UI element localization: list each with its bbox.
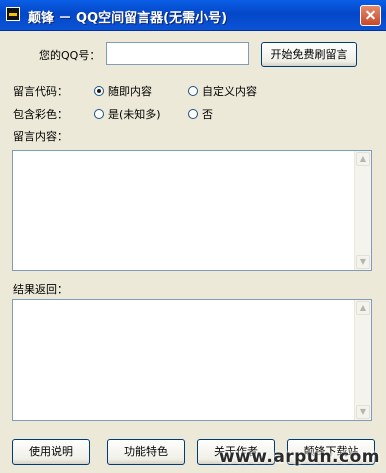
- radio-random-label: 随即内容: [108, 85, 152, 98]
- radio-icon: [94, 86, 104, 96]
- code-label: 留言代码：: [13, 85, 68, 98]
- radio-custom-content[interactable]: 自定义内容: [188, 83, 257, 99]
- radio-random-content[interactable]: 随即内容: [94, 83, 152, 99]
- content-textarea[interactable]: ▲ ▼: [12, 150, 372, 271]
- main-window: 颠锋 － QQ空间留言器(无需小号) 您的QQ号： 开始免费刷留言 留言代码： …: [0, 0, 386, 473]
- radio-yes-label: 是(未知多): [108, 108, 161, 121]
- radio-icon: [188, 86, 198, 96]
- help-button[interactable]: 使用说明: [12, 439, 90, 465]
- content-label: 留言内容：: [13, 130, 68, 143]
- radio-color-no[interactable]: 否: [188, 106, 213, 122]
- watermark: www.arpun.com: [218, 447, 380, 467]
- features-button[interactable]: 功能特色: [107, 439, 185, 465]
- result-scrollbar[interactable]: ▲ ▼: [354, 300, 371, 420]
- scroll-up-arrow-icon[interactable]: ▲: [356, 152, 370, 166]
- result-textarea[interactable]: ▲ ▼: [12, 299, 372, 421]
- radio-color-yes[interactable]: 是(未知多): [94, 106, 161, 122]
- start-button[interactable]: 开始免费刷留言: [261, 42, 357, 67]
- title-bar[interactable]: 颠锋 － QQ空间留言器(无需小号): [0, 0, 386, 31]
- scroll-down-arrow-icon[interactable]: ▼: [356, 255, 370, 269]
- scroll-down-arrow-icon[interactable]: ▼: [356, 405, 370, 419]
- radio-icon: [94, 109, 104, 119]
- radio-no-label: 否: [202, 108, 213, 121]
- radio-icon: [188, 109, 198, 119]
- close-icon[interactable]: [360, 5, 381, 26]
- scroll-up-arrow-icon[interactable]: ▲: [356, 301, 370, 315]
- radio-custom-label: 自定义内容: [202, 85, 257, 98]
- result-label: 结果返回：: [13, 283, 68, 296]
- app-icon: [6, 7, 20, 21]
- color-label: 包含彩色：: [13, 108, 68, 121]
- content-scrollbar[interactable]: ▲ ▼: [354, 151, 371, 270]
- window-title: 颠锋 － QQ空间留言器(无需小号): [28, 11, 228, 26]
- qq-label: 您的QQ号：: [39, 49, 101, 62]
- qq-number-input[interactable]: [106, 42, 249, 65]
